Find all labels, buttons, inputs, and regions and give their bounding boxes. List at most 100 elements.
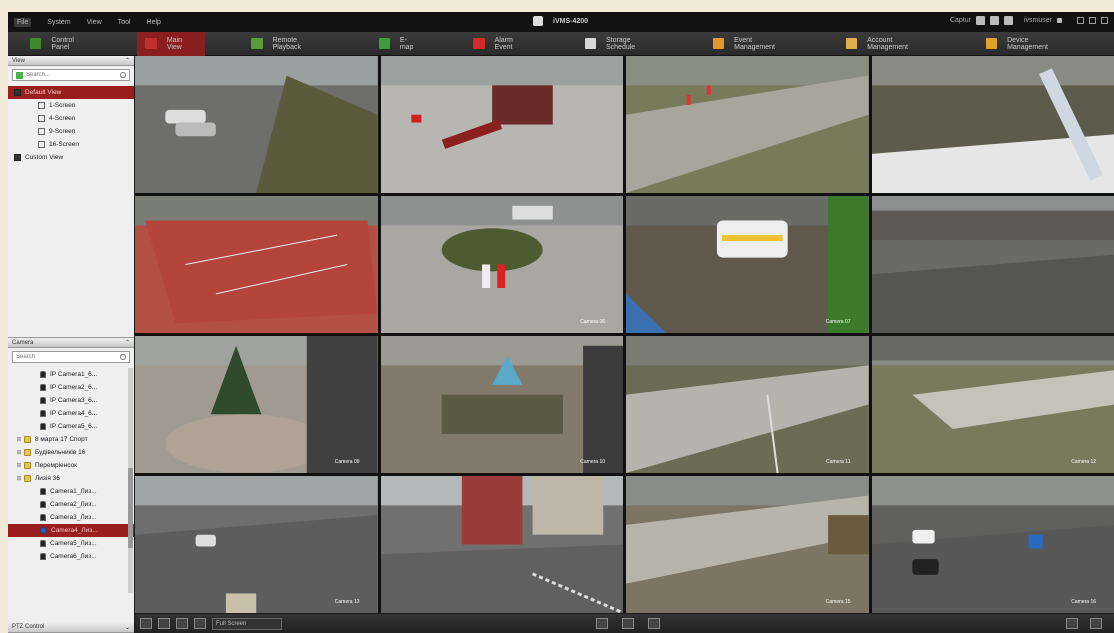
video-tile[interactable]: Camera 11 [626, 336, 869, 473]
camera-item[interactable]: Camera1_Лиз... [8, 485, 134, 498]
user-icon[interactable] [989, 16, 999, 25]
close-all-button[interactable] [1090, 618, 1102, 629]
menu-system[interactable]: System [47, 19, 70, 26]
video-tile[interactable]: Camera 07 [626, 196, 869, 333]
video-tile[interactable]: Camera 15 [626, 476, 869, 613]
expand-icon[interactable]: ⌄ [125, 624, 130, 631]
collapse-icon[interactable]: ⌃ [125, 339, 130, 346]
video-tile[interactable]: Camera 06 [380, 196, 623, 333]
tab-storage-schedule[interactable]: Storage Schedule [577, 32, 667, 56]
channel-label: Camera 07 [825, 319, 851, 325]
channel-label: Camera 06 [580, 319, 605, 325]
camera-search-input[interactable] [16, 354, 106, 360]
menu-view[interactable]: View [87, 19, 102, 26]
camera-item[interactable]: Camera6_Лиз... [8, 550, 134, 563]
menu-file[interactable]: File [14, 17, 32, 27]
collapse-icon[interactable]: ⌃ [125, 57, 130, 64]
layout-list-button[interactable] [158, 618, 170, 629]
tab-label: Main View [166, 36, 182, 51]
tab-remote-playback[interactable]: Remote Playback [243, 32, 332, 56]
menu-tool[interactable]: Tool [118, 19, 131, 26]
audio-button[interactable] [194, 618, 206, 629]
expand-icon[interactable]: ⊞ [16, 462, 22, 469]
close-button[interactable] [1101, 17, 1108, 24]
video-tile[interactable]: Camera 16 [871, 476, 1114, 613]
previous-page-button[interactable] [622, 618, 634, 629]
camera-item-label: Перемріенсок [35, 462, 78, 469]
view-tree-item[interactable]: 9-Screen [8, 125, 134, 138]
camera-item[interactable]: IP Camera3_6... [8, 394, 134, 407]
view-tree-item[interactable]: Custom View [8, 151, 134, 164]
camera-group-item[interactable]: ⊞ Лизія 36 [8, 472, 134, 485]
app-title-text: iVMS-4200 [553, 17, 589, 25]
lock-icon[interactable] [975, 16, 985, 25]
layout-button[interactable] [140, 618, 152, 629]
fullscreen-button[interactable] [1066, 618, 1078, 629]
camera-search[interactable] [12, 351, 130, 363]
capture-button[interactable] [596, 618, 608, 629]
video-grid: Camera 06 Camera 07 Camera 09 Camera 10 Came… [135, 56, 1114, 613]
camera-scrollbar[interactable] [128, 368, 133, 593]
expand-icon[interactable]: ⊞ [16, 475, 22, 482]
expand-icon[interactable]: ⊞ [16, 436, 22, 443]
camera-group-item[interactable]: ⊞ 8 марта 17 Спорт [8, 433, 134, 446]
view-panel: View ⌃ Default View 1-Screen 4-Screen 9-Scr… [8, 56, 134, 338]
ptz-panel-header[interactable]: PTZ Control ⌄ [8, 622, 134, 633]
next-page-button[interactable] [648, 618, 660, 629]
search-icon[interactable] [120, 72, 126, 78]
tab-main-view[interactable]: Main View [137, 31, 206, 56]
expand-icon[interactable]: ⊞ [16, 449, 22, 456]
search-icon[interactable] [120, 354, 126, 360]
screen-layout-icon [38, 102, 45, 109]
camera-item[interactable]: IP Camera1_6... [8, 368, 134, 381]
tab-alarm-event[interactable]: Alarm Event [465, 32, 538, 56]
video-tile[interactable]: Camera 13 [135, 476, 378, 613]
scrollbar-thumb[interactable] [128, 468, 133, 548]
video-tile[interactable]: Camera 12 [871, 336, 1114, 473]
stream-select[interactable]: Full Screen [212, 617, 282, 630]
minimize-button[interactable] [1077, 17, 1084, 24]
video-tile[interactable] [135, 56, 378, 193]
app-title: iVMS-4200 [533, 16, 588, 26]
maximize-button[interactable] [1089, 17, 1096, 24]
dropdown-icon[interactable] [1057, 18, 1062, 23]
view-panel-header[interactable]: View ⌃ [8, 56, 134, 66]
camera-panel-header[interactable]: Camera ⌃ [8, 338, 134, 348]
video-tile[interactable]: Camera 10 [380, 336, 623, 473]
camera-feed-image [626, 196, 869, 333]
camera-item[interactable]: Camera3_Лиз... [8, 511, 134, 524]
tab-e-map[interactable]: E-map [371, 32, 428, 56]
view-search[interactable] [12, 69, 130, 81]
camera-feed-image [871, 476, 1114, 613]
video-tile[interactable] [380, 56, 623, 193]
menu-help[interactable]: Help [147, 19, 161, 26]
camera-item[interactable]: Camera2_Лиз... [8, 498, 134, 511]
video-tile[interactable] [871, 196, 1114, 333]
add-view-icon[interactable] [16, 71, 23, 79]
camera-item[interactable]: IP Camera2_6... [8, 381, 134, 394]
view-tree-item[interactable]: 1-Screen [8, 99, 134, 112]
view-tree-item[interactable]: 16-Screen [8, 138, 134, 151]
video-tile[interactable]: Camera 09 [135, 336, 378, 473]
view-tree-item[interactable]: 4-Screen [8, 112, 134, 125]
camera-group-item[interactable]: ⊞ Будівельників 16 [8, 446, 134, 459]
camera-item[interactable]: Camera4_Лиз... [8, 524, 134, 537]
video-tile[interactable] [380, 476, 623, 613]
video-tile[interactable] [135, 196, 378, 333]
tab-account-management[interactable]: Account Management [838, 32, 940, 56]
camera-item[interactable]: Camera5_Лиз... [8, 537, 134, 550]
view-search-input[interactable] [26, 72, 116, 78]
channel-label: Camera 15 [825, 599, 851, 605]
camera-feed-image [135, 196, 378, 333]
settings-icon[interactable] [1003, 16, 1013, 25]
tab-device-management[interactable]: Device Management [978, 32, 1076, 56]
view-tree-item[interactable]: Default View [8, 86, 134, 99]
tab-event-management[interactable]: Event Management [705, 32, 800, 56]
camera-item[interactable]: IP Camera4_6... [8, 407, 134, 420]
camera-item[interactable]: IP Camera5_6... [8, 420, 134, 433]
tab-control-panel[interactable]: Control Panel [22, 32, 99, 56]
camera-group-item[interactable]: ⊞ Перемріенсок [8, 459, 134, 472]
stop-all-button[interactable] [176, 618, 188, 629]
video-tile[interactable] [871, 56, 1114, 193]
video-tile[interactable] [626, 56, 869, 193]
